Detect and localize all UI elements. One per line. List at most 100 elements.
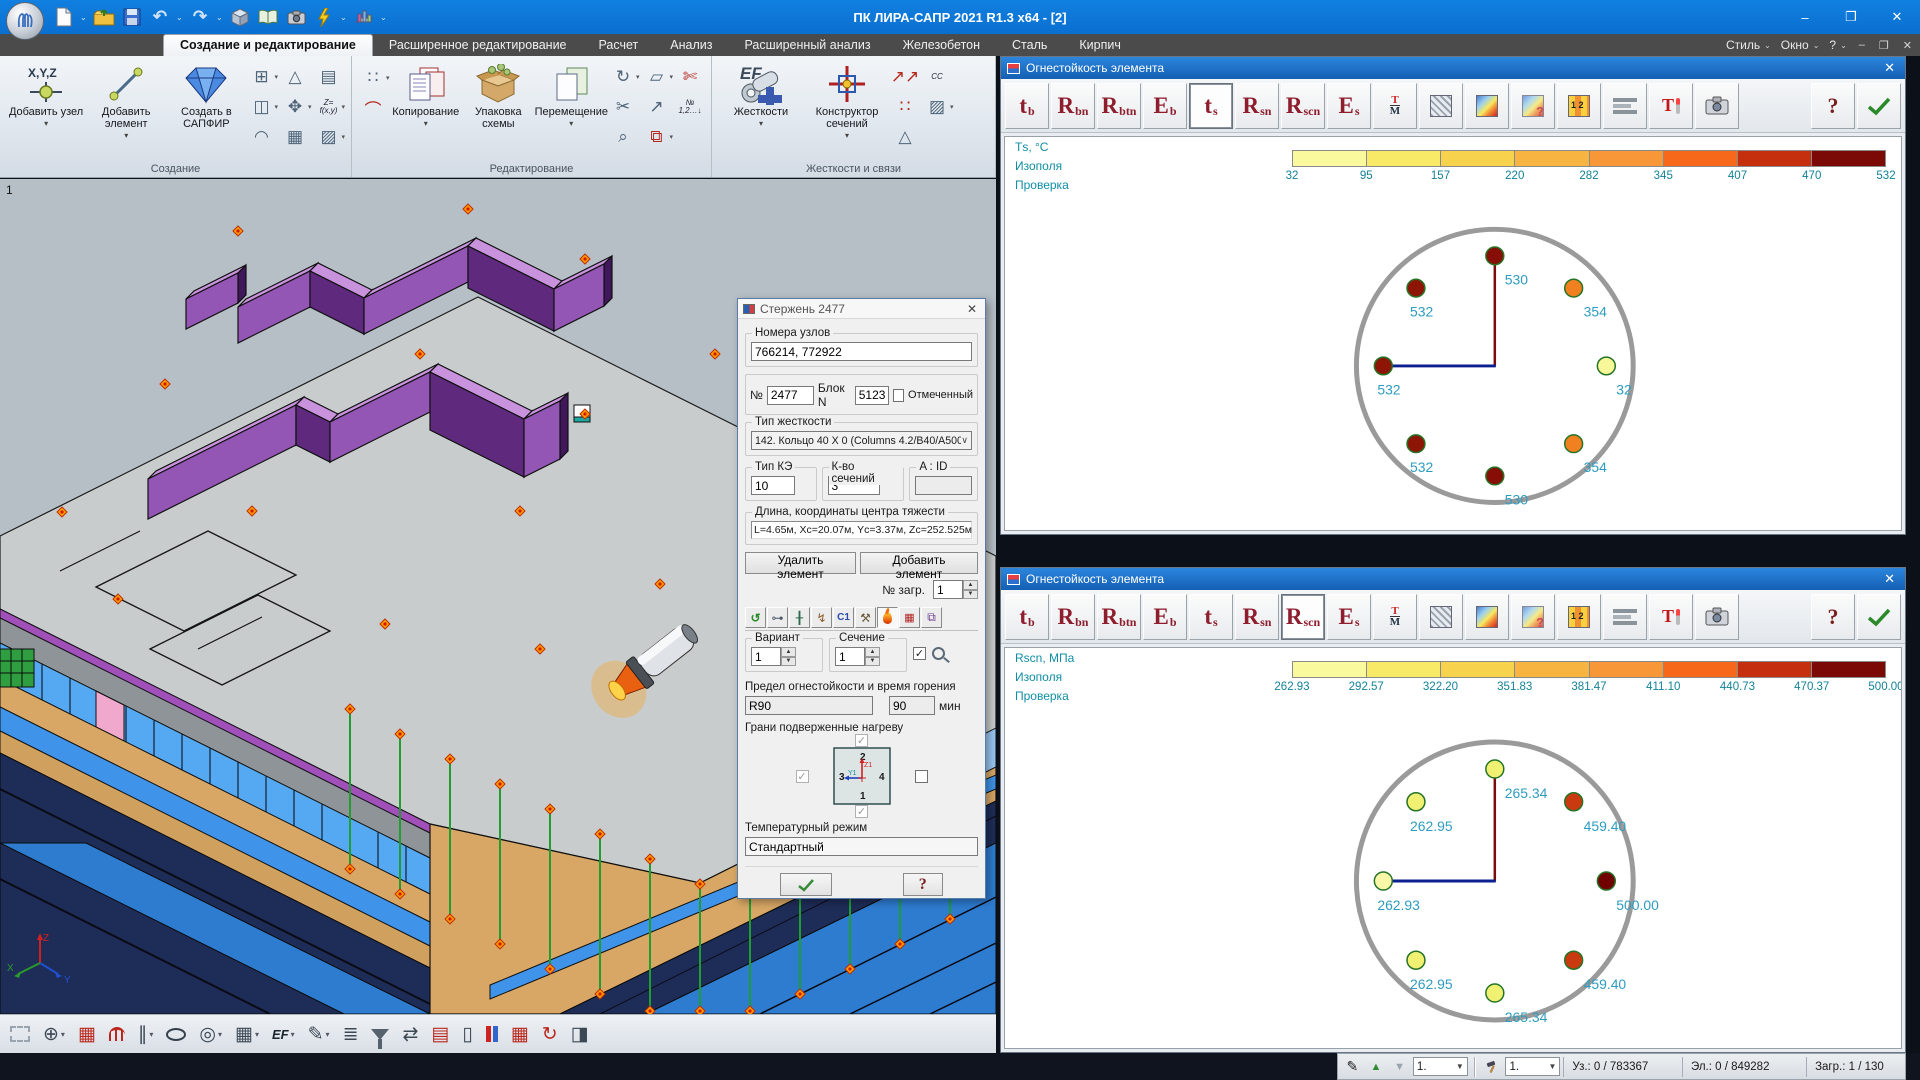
rebar-point[interactable] — [1407, 279, 1425, 297]
section-stepper[interactable]: ▲▼ — [835, 647, 901, 666]
up-triangle-icon[interactable]: ▲ — [1366, 1057, 1387, 1077]
result-button-Rsn[interactable]: Rsn — [1235, 83, 1279, 129]
apply-button[interactable] — [1857, 594, 1901, 640]
dialog-tab-c1[interactable]: C1 — [833, 607, 854, 628]
dialog-close-icon[interactable]: ✕ — [964, 302, 980, 316]
ribbon-icon-mirror-copy[interactable]: ▱▾ — [641, 62, 673, 92]
load-number-stepper[interactable]: ▲▼ — [933, 580, 978, 599]
result-button-Rbtn[interactable]: Rbtn — [1097, 594, 1141, 640]
tool-button-scale-ruler[interactable] — [1603, 83, 1647, 129]
fire-limit-input[interactable] — [745, 696, 873, 715]
rebar-point[interactable] — [1486, 247, 1504, 265]
dialog-tab-copy-doc[interactable]: ⧉ — [921, 607, 942, 628]
face-top-checkbox[interactable]: ✓ — [855, 734, 868, 747]
dialog-title-bar[interactable]: Стержень 2477 ✕ — [738, 299, 985, 319]
rebar-point[interactable] — [1565, 951, 1583, 969]
element-number-input[interactable] — [767, 386, 814, 405]
menu-Окно[interactable]: Окно ⌄ — [1781, 38, 1820, 52]
ribbon-icon-cc-badge[interactable]: CC — [922, 62, 954, 92]
ribbon-icon-hatch-plate[interactable]: ▨▾ — [922, 92, 954, 122]
temperature-regime-input[interactable] — [745, 837, 978, 856]
tool-button-tm-fraction[interactable]: ТМ — [1373, 594, 1417, 640]
dialog-tab-vector[interactable]: ↯ — [811, 607, 832, 628]
magnifier-icon[interactable] — [932, 647, 945, 660]
result-button-Rbn[interactable]: Rbn — [1051, 83, 1095, 129]
ribbon-icon-scissors[interactable]: ✂ — [608, 92, 640, 122]
result-button-ts[interactable]: ts — [1189, 594, 1233, 640]
dialog-tab-hammer[interactable]: ⚒ — [855, 607, 876, 628]
show-section-checkbox[interactable]: ✓ — [913, 647, 926, 660]
rebar-point[interactable] — [1407, 951, 1425, 969]
toolbar-parallel-planes[interactable]: ∥▾ — [138, 1025, 154, 1044]
add-element-button[interactable]: Добавить элемент — [860, 552, 978, 574]
tool-button-isofields-help[interactable]: ? — [1511, 594, 1555, 640]
ribbon-icon-dashed-mesh[interactable]: ▨▾ — [314, 122, 346, 152]
ribbon-icon-plate-mesh[interactable]: ▦ — [280, 122, 312, 152]
panel-close-icon[interactable]: ✕ — [1880, 571, 1899, 587]
child-close-icon[interactable]: ✕ — [1901, 39, 1914, 52]
rebar-point[interactable] — [1597, 357, 1615, 375]
ribbon-icon-numbering[interactable]: №1,2…↓ — [675, 92, 705, 122]
edit-loads-icon[interactable]: ✎ — [1342, 1057, 1363, 1077]
tab-создание-и-редактирование[interactable]: Создание и редактирование — [163, 34, 373, 56]
toolbar-center-target[interactable]: ◎▾ — [199, 1025, 222, 1044]
ribbon-icon-zoom-select[interactable]: ⌕ — [608, 122, 640, 152]
tab-сталь[interactable]: Сталь — [996, 35, 1063, 56]
book-icon[interactable] — [256, 5, 280, 29]
variant-stepper[interactable]: ▲▼ — [751, 647, 817, 666]
rebar-point[interactable] — [1597, 872, 1615, 890]
tool-button-mosaic-numbers[interactable]: 1 2 — [1557, 594, 1601, 640]
ribbon-icon-load-arrows[interactable]: ↗↗ — [890, 62, 920, 92]
panel-close-icon[interactable]: ✕ — [1880, 60, 1899, 76]
ribbon-button-конструктор-сечений[interactable]: Конструктор сечений▾ — [804, 60, 890, 158]
result-button-Eb[interactable]: Eb — [1143, 594, 1187, 640]
rebar-point[interactable] — [1486, 984, 1504, 1002]
rebar-point[interactable] — [1486, 760, 1504, 778]
help-button[interactable]: ? — [1811, 594, 1855, 640]
result-button-ts[interactable]: ts — [1189, 83, 1233, 129]
ribbon-icon-scatter-nodes[interactable]: ∷▾ — [358, 64, 390, 92]
fire-result-view[interactable]: Rscn, МПаИзополяПроверка262.93292.57322.… — [1004, 647, 1902, 1049]
diagram-3d-icon[interactable] — [352, 5, 376, 29]
node-numbers-input[interactable] — [751, 342, 972, 361]
loadcase-combo-2[interactable]: 1.▼ — [1505, 1057, 1560, 1076]
dropdown-caret-icon[interactable]: ⌄ — [80, 13, 88, 22]
tab-расширенное-редактирование[interactable]: Расширенное редактирование — [373, 35, 583, 56]
tool-button-isofields-help[interactable]: ? — [1511, 83, 1555, 129]
result-button-Rscn[interactable]: Rscn — [1281, 83, 1325, 129]
child-restore-icon[interactable]: ❐ — [1877, 39, 1891, 52]
result-button-tb[interactable]: tb — [1005, 83, 1049, 129]
ribbon-icon-truss[interactable]: △ — [280, 62, 312, 92]
ribbon-icon-dome[interactable]: ◠ — [246, 122, 278, 152]
app-logo-icon[interactable] — [6, 2, 44, 40]
tool-button-hatch-square[interactable] — [1419, 594, 1463, 640]
new-document-icon[interactable] — [52, 5, 76, 29]
ribbon-icon-building-frame[interactable]: ▤ — [314, 62, 346, 92]
dropdown-caret-icon[interactable]: ⌄ — [340, 13, 348, 22]
fire-result-view[interactable]: Тs, °СИзополяПроверка3295157220282345407… — [1004, 136, 1902, 531]
rebar-point[interactable] — [1565, 435, 1583, 453]
tool-button-gradient-diagonal[interactable] — [1465, 83, 1509, 129]
ribbon-icon-supports[interactable]: ∷ — [890, 92, 920, 122]
toolbar-rotate-model[interactable]: ↻ — [542, 1025, 558, 1044]
help-button[interactable]: ? — [1811, 83, 1855, 129]
result-button-Es[interactable]: Es — [1327, 83, 1371, 129]
toolbar-filter-funnel[interactable] — [371, 1029, 389, 1040]
tool-button-mosaic-numbers[interactable]: 1 2 — [1557, 83, 1601, 129]
rebar-point[interactable] — [1374, 357, 1392, 375]
result-button-tb[interactable]: tb — [1005, 594, 1049, 640]
tab-расширенный-анализ[interactable]: Расширенный анализ — [728, 35, 886, 56]
toolbar-arc-supports[interactable] — [109, 1027, 125, 1041]
ribbon-icon-z-fxy[interactable]: Z=f(x,y)▾ — [314, 92, 346, 122]
close-button[interactable]: ✕ — [1874, 0, 1920, 34]
tool-button-snapshot[interactable] — [1695, 594, 1739, 640]
save-icon[interactable] — [120, 5, 144, 29]
ribbon-button-жесткости[interactable]: EFЖесткости▾ — [718, 60, 804, 158]
tab-кирпич[interactable]: Кирпич — [1063, 35, 1136, 56]
apply-button[interactable] — [1857, 83, 1901, 129]
result-button-Es[interactable]: Es — [1327, 594, 1371, 640]
tab-анализ[interactable]: Анализ — [654, 35, 728, 56]
toolbar-stairs[interactable]: ≣ — [343, 1025, 359, 1044]
dialog-tab-rod[interactable]: ⊶ — [767, 607, 788, 628]
ribbon-button-добавить-элемент[interactable]: Добавить элемент▾ — [86, 60, 166, 158]
